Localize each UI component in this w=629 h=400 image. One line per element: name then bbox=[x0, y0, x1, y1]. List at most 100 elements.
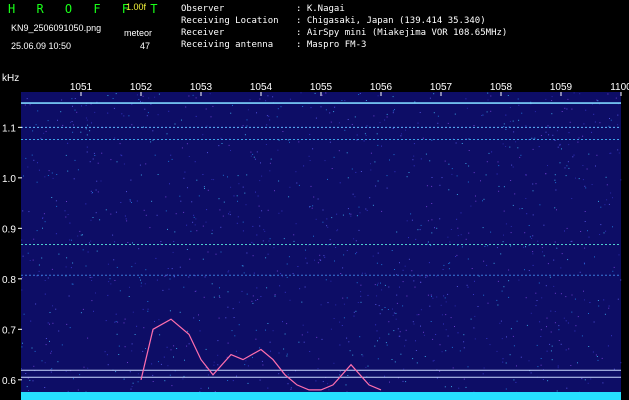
noise-speck bbox=[23, 175, 24, 177]
noise-speck bbox=[282, 321, 283, 323]
noise-speck bbox=[131, 202, 132, 203]
noise-speck bbox=[545, 173, 547, 175]
noise-speck bbox=[203, 186, 205, 188]
noise-speck bbox=[549, 276, 551, 278]
noise-speck bbox=[456, 254, 458, 256]
noise-speck bbox=[288, 256, 290, 258]
noise-speck bbox=[539, 321, 541, 323]
noise-speck bbox=[456, 194, 458, 195]
noise-speck bbox=[214, 391, 216, 393]
noise-speck bbox=[386, 113, 388, 115]
noise-speck bbox=[37, 162, 38, 164]
noise-speck bbox=[547, 263, 549, 265]
noise-speck bbox=[366, 209, 368, 211]
noise-speck bbox=[379, 337, 381, 339]
noise-speck bbox=[365, 366, 367, 368]
noise-speck bbox=[56, 205, 58, 207]
noise-speck bbox=[415, 340, 416, 342]
noise-speck bbox=[459, 350, 461, 352]
noise-speck bbox=[397, 328, 399, 330]
noise-speck bbox=[505, 388, 507, 390]
noise-speck bbox=[352, 193, 354, 195]
noise-speck bbox=[445, 329, 447, 331]
noise-speck bbox=[165, 196, 167, 198]
noise-speck bbox=[181, 147, 183, 149]
noise-speck bbox=[42, 227, 43, 229]
noise-speck bbox=[85, 203, 87, 205]
noise-speck bbox=[154, 154, 156, 156]
noise-speck bbox=[215, 253, 217, 255]
noise-speck bbox=[334, 106, 336, 108]
noise-speck bbox=[72, 283, 74, 285]
noise-speck bbox=[538, 282, 540, 284]
noise-speck bbox=[333, 156, 335, 158]
noise-speck bbox=[463, 347, 465, 349]
noise-speck bbox=[531, 137, 533, 139]
noise-speck bbox=[420, 224, 422, 226]
noise-speck bbox=[578, 178, 580, 180]
noise-speck bbox=[473, 172, 475, 174]
noise-speck bbox=[152, 130, 154, 132]
noise-speck bbox=[326, 225, 328, 227]
noise-speck bbox=[315, 117, 317, 119]
noise-speck bbox=[358, 206, 360, 208]
noise-speck bbox=[573, 92, 575, 94]
noise-speck bbox=[502, 241, 504, 243]
noise-speck bbox=[184, 359, 185, 361]
noise-speck bbox=[324, 160, 326, 162]
noise-speck bbox=[168, 288, 170, 290]
noise-speck bbox=[251, 300, 253, 302]
noise-speck bbox=[376, 295, 378, 297]
noise-speck bbox=[496, 247, 498, 249]
noise-speck bbox=[501, 290, 503, 292]
noise-speck bbox=[556, 130, 558, 132]
noise-speck bbox=[132, 242, 133, 244]
noise-speck bbox=[565, 349, 567, 351]
noise-speck bbox=[310, 185, 312, 187]
noise-speck bbox=[170, 349, 172, 351]
noise-speck bbox=[110, 159, 112, 161]
noise-speck bbox=[530, 312, 532, 314]
noise-speck bbox=[283, 238, 285, 240]
noise-speck bbox=[512, 120, 514, 122]
noise-speck bbox=[528, 360, 530, 362]
noise-speck bbox=[458, 387, 460, 389]
noise-speck bbox=[308, 244, 310, 246]
noise-speck bbox=[430, 245, 432, 246]
noise-speck bbox=[119, 290, 121, 292]
noise-speck bbox=[538, 146, 540, 148]
noise-speck bbox=[491, 151, 493, 153]
noise-speck bbox=[145, 348, 146, 349]
noise-speck bbox=[146, 115, 148, 117]
noise-speck bbox=[286, 353, 288, 355]
noise-speck bbox=[373, 115, 375, 117]
noise-speck bbox=[507, 95, 509, 96]
noise-speck bbox=[57, 361, 59, 363]
noise-speck bbox=[69, 327, 71, 329]
noise-speck bbox=[128, 115, 130, 117]
noise-speck bbox=[72, 131, 74, 133]
noise-speck bbox=[91, 277, 93, 278]
noise-speck bbox=[52, 322, 54, 324]
noise-speck bbox=[460, 234, 462, 236]
noise-speck bbox=[517, 98, 519, 100]
noise-speck bbox=[457, 227, 459, 229]
noise-speck bbox=[580, 231, 582, 232]
noise-speck bbox=[548, 134, 550, 136]
noise-speck bbox=[384, 307, 386, 308]
noise-speck bbox=[274, 295, 276, 297]
noise-speck bbox=[187, 330, 189, 332]
noise-speck bbox=[278, 212, 280, 214]
noise-speck bbox=[261, 360, 263, 362]
noise-speck bbox=[274, 190, 275, 192]
noise-speck bbox=[455, 142, 457, 144]
noise-speck bbox=[87, 124, 88, 126]
noise-speck bbox=[587, 382, 589, 384]
noise-speck bbox=[465, 386, 467, 388]
noise-speck bbox=[561, 111, 563, 112]
noise-speck bbox=[561, 148, 562, 150]
noise-speck bbox=[540, 336, 542, 337]
noise-speck bbox=[112, 98, 114, 99]
noise-speck bbox=[500, 253, 502, 255]
noise-speck bbox=[284, 291, 286, 293]
